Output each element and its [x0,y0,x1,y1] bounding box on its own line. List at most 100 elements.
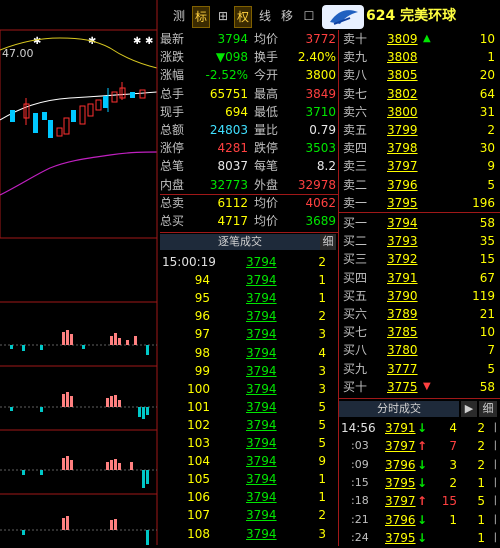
ask-row[interactable]: 卖六 3800 31 [343,103,499,121]
bid-row[interactable]: 买四 3791 67 [343,269,499,287]
order-price: 3780 [387,343,418,358]
order-level-label: 买一 [343,216,368,230]
minute-panel: 分时成交 ▶ 细 14:56 3791 ↓ 4 2 |:03 3797 ↑ 7 2 |:09 3796… [338,398,500,546]
tick-time: 104 [187,454,210,469]
tick-price: 3794 [246,273,277,288]
quote-row: 现手 694 最低 3710 [160,103,338,121]
minute-tick-time: :18 [351,494,369,508]
quote-divider [160,194,338,195]
up-arrow-icon: ▲ [423,33,431,44]
bid-row[interactable]: 买五 3790 119 [343,287,499,305]
quote-label2: 量比 [254,123,279,137]
minute-tick-row: :15 3795 ↓ 2 1 | [341,474,497,492]
tick-row: 15:00:19 3794 2 [162,253,334,271]
minute-tick-price: 3797 [385,494,416,509]
tick-volume: 3 [318,363,326,378]
tick-panel-title: 逐笔成交 [218,235,262,248]
kline-chart-svg: ✱ ✱ ✱ ✱ [0,0,158,545]
quote-row: 最新 3794 均价 3772 [160,30,338,48]
play-button[interactable]: ▶ [461,401,477,417]
minute-tick-count: 1 [477,530,485,545]
quote-value: 32773 [209,177,248,192]
order-price: 3789 [387,307,418,321]
quote-label: 总手 [160,86,185,101]
tick-row: 98 3794 4 [162,344,334,362]
bid-row[interactable]: 买一 3794 58 [343,214,499,232]
tab-rights[interactable]: 权 [234,6,252,28]
minute-tick-row: :21 3796 ↓ 1 1 | [341,511,497,529]
tab-box[interactable]: ☐ [300,6,318,26]
order-volume: 2 [487,123,495,137]
kline-chart[interactable]: ✱ ✱ ✱ ✱ 47.00 [0,0,158,545]
tick-price: 3794 [246,327,277,342]
tick-row: 103 3794 5 [162,434,334,452]
tick-price: 3794 [246,363,277,378]
tab-line[interactable]: 线 [256,6,274,26]
quote-label: 涨跌 [160,50,185,65]
minute-tick-count: 2 [477,421,485,435]
order-book-divider [339,212,500,213]
order-level-label: 卖四 [343,141,368,156]
quote-label2: 均价 [254,32,279,46]
order-price: 3785 [387,325,418,340]
quote-label2: 最高 [254,86,279,101]
order-volume: 35 [479,234,495,249]
order-price: 3809 [387,32,418,46]
down-arrow-icon: ↓ [417,475,428,490]
minute-tick-volume: 3 [449,457,457,472]
bid-row[interactable]: 买七 3785 10 [343,323,499,341]
ask-row[interactable]: 卖一 3795 196 [343,194,499,212]
quote-label: 涨停 [160,141,185,156]
ask-row[interactable]: 卖四 3798 30 [343,139,499,157]
tick-volume: 5 [318,399,326,414]
quote-value2: 2.40% [297,50,336,65]
bid-row[interactable]: 买三 3792 15 [343,250,499,268]
tick-time: 101 [187,399,210,414]
up-arrow-icon: ↑ [417,439,428,454]
quote-row: 总买 4717 均价 3689 [160,212,338,230]
bid-row[interactable]: 买六 3789 21 [343,305,499,323]
ask-row[interactable]: 卖十 3809 ▲ 10 [343,30,499,48]
ask-row[interactable]: 卖七 3802 64 [343,85,499,103]
ask-row[interactable]: 卖三 3797 9 [343,157,499,175]
bid-row[interactable]: 买二 3793 35 [343,232,499,250]
ask-row[interactable]: 卖二 3796 5 [343,176,499,194]
minute-tick-row: :18 3797 ↑ 15 5 | [341,492,497,510]
ask-row[interactable]: 卖八 3805 20 [343,66,499,84]
bid-row[interactable]: 买八 3780 7 [343,341,499,359]
tick-row: 99 3794 3 [162,362,334,380]
tab-measure[interactable]: 测 [170,6,188,26]
scroll-marker: | [493,422,497,433]
tick-price: 3794 [246,291,277,306]
tab-standard[interactable]: 标 [192,6,210,28]
order-level-label: 卖一 [343,195,368,210]
order-volume: 30 [479,141,495,156]
indicator-panel-4 [0,516,157,545]
minute-tick-price: 3796 [385,512,416,527]
minute-tick-volume: 1 [449,512,457,527]
minute-detail-button[interactable]: 细 [479,401,497,417]
ask-row[interactable]: 卖五 3799 2 [343,121,499,139]
tick-volume: 5 [318,436,326,450]
bid-row[interactable]: 买十 3775 ▼ 58 [343,378,499,396]
quote-label: 内盘 [160,177,185,192]
tick-detail-button[interactable]: 细 [320,234,336,250]
ask-row[interactable]: 卖九 3808 1 [343,48,499,66]
order-level-label: 买九 [343,361,368,376]
quote-value2: 3772 [305,32,336,46]
order-volume: 58 [479,216,495,230]
minute-tick-volume: 2 [449,475,457,490]
tick-time: 94 [194,273,210,288]
order-level-label: 买五 [343,288,368,303]
quote-row: 涨跌 ▼098 换手 2.40% [160,48,338,66]
candles [10,82,146,138]
tick-time: 103 [187,436,210,450]
tab-grid[interactable]: ⊞ [214,6,232,26]
quote-label2: 最低 [254,104,279,119]
order-level-label: 卖七 [343,86,368,101]
order-price: 3800 [387,104,418,119]
tick-time: 97 [194,327,210,342]
bid-row[interactable]: 买九 3777 5 [343,360,499,378]
tab-move[interactable]: 移 [278,6,296,26]
minute-tick-price: 3795 [385,475,416,490]
